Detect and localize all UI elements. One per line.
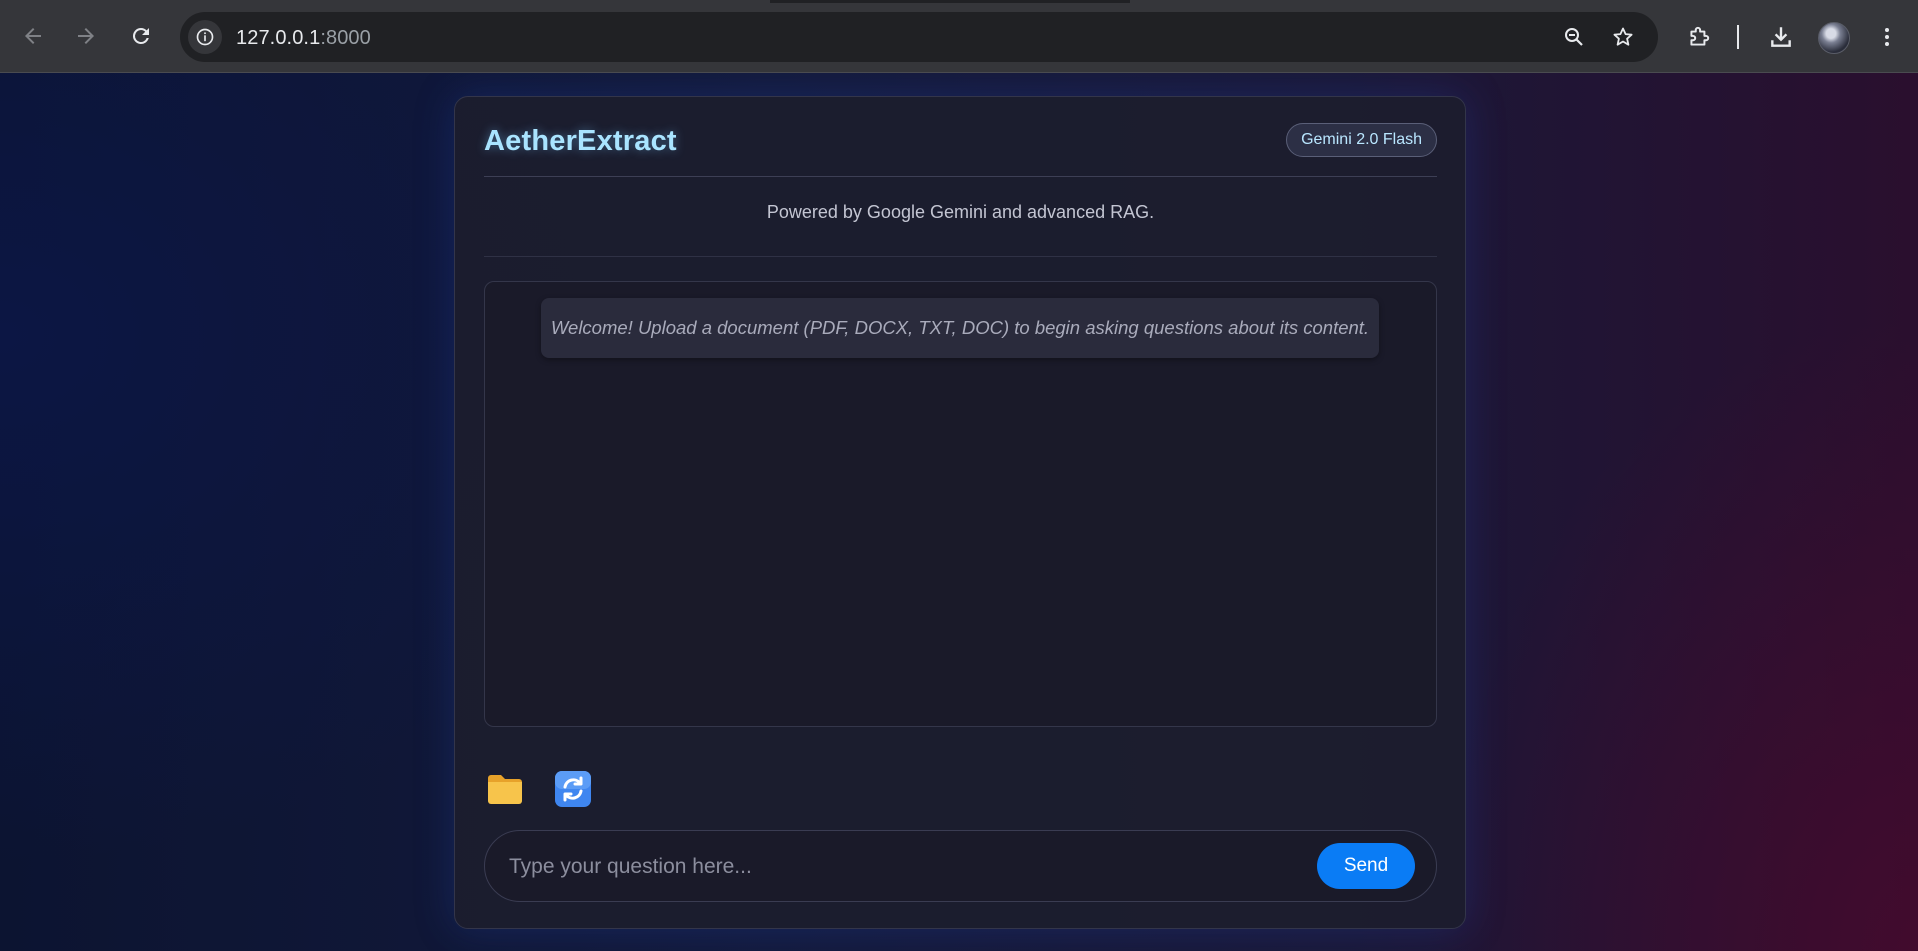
browser-toolbar: 127.0.0.1:8000 bbox=[0, 0, 1918, 73]
more-menu-icon bbox=[1885, 28, 1889, 46]
url-host: 127.0.0.1 bbox=[236, 27, 321, 49]
forward-button[interactable] bbox=[68, 18, 104, 54]
send-button[interactable]: Send bbox=[1317, 843, 1415, 889]
app-card: AetherExtract Gemini 2.0 Flash Powered b… bbox=[454, 96, 1466, 929]
page-viewport: AetherExtract Gemini 2.0 Flash Powered b… bbox=[0, 73, 1918, 951]
divider bbox=[484, 256, 1437, 257]
upload-document-button[interactable] bbox=[483, 767, 527, 811]
address-bar[interactable]: 127.0.0.1:8000 bbox=[180, 12, 1658, 62]
toolbar-divider bbox=[1737, 25, 1739, 49]
site-info-button[interactable] bbox=[188, 20, 222, 54]
app-title: AetherExtract bbox=[484, 125, 677, 157]
folder-icon bbox=[488, 775, 522, 804]
bookmark-button[interactable] bbox=[1609, 23, 1637, 51]
more-menu-button[interactable] bbox=[1869, 19, 1905, 55]
tab-strip-segment bbox=[0, 0, 770, 3]
forward-arrow-icon bbox=[78, 28, 94, 44]
app-tagline: Powered by Google Gemini and advanced RA… bbox=[766, 202, 1155, 222]
profile-avatar[interactable] bbox=[1818, 22, 1850, 54]
app-header: AetherExtract Gemini 2.0 Flash bbox=[484, 121, 1437, 177]
url-port: :8000 bbox=[320, 27, 371, 49]
model-badge: Gemini 2.0 Flash bbox=[1286, 123, 1437, 157]
tab-strip bbox=[0, 0, 1918, 3]
refresh-icon bbox=[555, 771, 591, 807]
bookmark-star-icon bbox=[1613, 27, 1633, 46]
reset-session-button[interactable] bbox=[551, 767, 595, 811]
reload-button[interactable] bbox=[123, 18, 159, 54]
zoom-button[interactable] bbox=[1560, 23, 1588, 51]
tab-strip-segment bbox=[1130, 0, 1918, 3]
download-icon bbox=[1771, 27, 1791, 47]
extensions-button[interactable] bbox=[1681, 19, 1717, 55]
downloads-button[interactable] bbox=[1763, 19, 1799, 55]
back-button[interactable] bbox=[15, 18, 51, 54]
reload-icon bbox=[132, 27, 149, 44]
site-info-icon bbox=[196, 28, 214, 46]
question-input[interactable] bbox=[507, 847, 1301, 887]
back-arrow-icon bbox=[25, 28, 41, 44]
url-text[interactable]: 127.0.0.1:8000 bbox=[236, 27, 371, 50]
extensions-icon bbox=[1690, 26, 1710, 46]
zoom-icon bbox=[1565, 28, 1583, 46]
question-input-bar: Send bbox=[484, 830, 1437, 902]
chat-window[interactable]: Welcome! Upload a document (PDF, DOCX, T… bbox=[484, 281, 1437, 727]
welcome-message: Welcome! Upload a document (PDF, DOCX, T… bbox=[541, 298, 1379, 358]
